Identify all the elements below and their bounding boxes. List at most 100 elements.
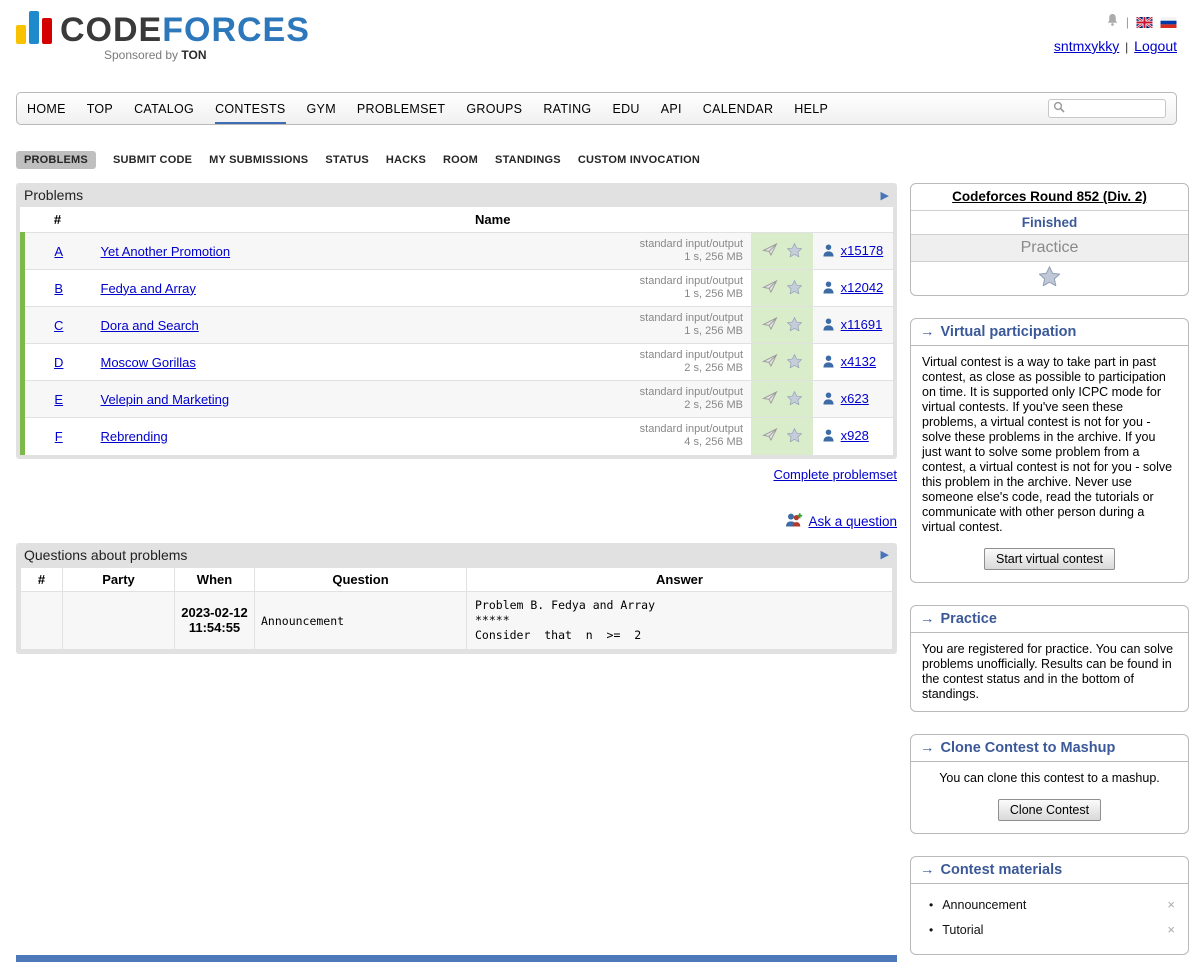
ask-question-link[interactable]: Ask a question (808, 514, 897, 529)
complete-problemset-link[interactable]: Complete problemset (773, 467, 897, 482)
subnav-standings[interactable]: STANDINGS (495, 154, 561, 166)
nav-contests[interactable]: CONTESTS (215, 93, 285, 124)
favorite-star-icon[interactable] (787, 280, 802, 297)
table-row: E Velepin and Marketing standard input/o… (23, 381, 894, 418)
problem-name-link[interactable]: Rebrending (101, 429, 168, 444)
logo[interactable]: CODEFORCES Sponsored by TON (16, 10, 310, 62)
nav-api[interactable]: API (661, 93, 682, 124)
search-icon (1053, 100, 1065, 118)
questions-table: Questions about problems ▶ # Party When … (16, 543, 897, 654)
problem-index-link[interactable]: D (54, 355, 63, 370)
submit-plane-icon[interactable] (762, 317, 778, 333)
nav-rating[interactable]: RATING (543, 93, 591, 124)
caption-arrow-icon: → (920, 740, 935, 756)
logo-code: CODE (60, 11, 162, 49)
subnav-custom-invocation[interactable]: CUSTOM INVOCATION (578, 154, 700, 166)
col-name-header: Name (93, 207, 894, 233)
solvers-person-icon (823, 282, 834, 297)
submit-plane-icon[interactable] (762, 428, 778, 444)
subnav-room[interactable]: ROOM (443, 154, 478, 166)
questions-header-row: # Party When Question Answer (21, 567, 893, 591)
sponsored-by: Sponsored by TON (104, 48, 310, 62)
practice-title: Practice (941, 611, 997, 627)
problem-constraints: standard input/output2 s, 256 MB (640, 386, 743, 412)
clone-contest-box: → Clone Contest to Mashup You can clone … (910, 734, 1189, 834)
search-box (1048, 99, 1166, 118)
problem-index-link[interactable]: B (54, 281, 63, 296)
solved-count-link[interactable]: x11691 (841, 317, 883, 332)
question-party-cell (63, 591, 175, 649)
english-flag-icon[interactable] (1136, 17, 1153, 28)
subnav-my-submissions[interactable]: MY SUBMISSIONS (209, 154, 308, 166)
problem-index-link[interactable]: E (54, 392, 63, 407)
table-row: C Dora and Search standard input/output1… (23, 307, 894, 344)
start-virtual-contest-button[interactable]: Start virtual contest (984, 548, 1115, 570)
subnav-submit-code[interactable]: SUBMIT CODE (113, 154, 192, 166)
tutorial-link[interactable]: Tutorial (942, 923, 983, 937)
problem-name-link[interactable]: Yet Another Promotion (101, 244, 231, 259)
problem-name-link[interactable]: Velepin and Marketing (101, 392, 230, 407)
subnav-status[interactable]: STATUS (325, 154, 369, 166)
submit-plane-icon[interactable] (762, 391, 778, 407)
page: CODEFORCES Sponsored by TON | (0, 0, 1193, 977)
materials-title: Contest materials (941, 862, 1063, 878)
caption-arrow-icon: → (920, 324, 935, 340)
problems-header-row: # Name (23, 207, 894, 233)
subnav-hacks[interactable]: HACKS (386, 154, 426, 166)
contest-title-link[interactable]: Codeforces Round 852 (Div. 2) (952, 189, 1147, 204)
nav-help[interactable]: HELP (794, 93, 828, 124)
question-answer-cell: Problem B. Fedya and Array ***** Conside… (467, 591, 893, 649)
problem-name-link[interactable]: Fedya and Array (101, 281, 196, 296)
favorite-star-icon[interactable] (787, 354, 802, 371)
search-input[interactable] (1068, 102, 1158, 116)
question-row: 2023-02-12 11:54:55 Announcement Problem… (21, 591, 893, 649)
close-icon[interactable]: × (1164, 922, 1178, 937)
caption-arrow-icon: → (920, 611, 935, 627)
problem-constraints: standard input/output1 s, 256 MB (640, 275, 743, 301)
favorite-star-icon[interactable] (787, 317, 802, 334)
solved-count-link[interactable]: x12042 (841, 280, 884, 295)
contest-mode: Practice (911, 235, 1188, 262)
close-icon[interactable]: × (1164, 897, 1178, 912)
expand-arrow-icon[interactable]: ▶ (881, 189, 889, 202)
contest-subnav: PROBLEMS SUBMIT CODE MY SUBMISSIONS STAT… (16, 151, 1177, 169)
solved-count-link[interactable]: x4132 (841, 354, 876, 369)
nav-gym[interactable]: GYM (307, 93, 336, 124)
russian-flag-icon[interactable] (1160, 17, 1177, 28)
submit-plane-icon[interactable] (762, 243, 778, 259)
problem-name-link[interactable]: Dora and Search (101, 318, 199, 333)
problem-index-link[interactable]: A (54, 244, 63, 259)
col-index-header: # (23, 207, 93, 233)
announcement-link[interactable]: Announcement (942, 898, 1026, 912)
subnav-problems[interactable]: PROBLEMS (16, 151, 96, 169)
solved-count-link[interactable]: x928 (841, 428, 869, 443)
favorite-star-icon[interactable] (787, 243, 802, 260)
contest-materials-box: → Contest materials •Announcement × •Tut… (910, 856, 1189, 955)
clone-contest-button[interactable]: Clone Contest (998, 799, 1101, 821)
nav-problemset[interactable]: PROBLEMSET (357, 93, 445, 124)
caption-arrow-icon: → (920, 862, 935, 878)
solved-count-link[interactable]: x623 (841, 391, 869, 406)
nav-edu[interactable]: EDU (612, 93, 639, 124)
submit-plane-icon[interactable] (762, 354, 778, 370)
nav-top[interactable]: TOP (87, 93, 113, 124)
problem-constraints: standard input/output2 s, 256 MB (640, 349, 743, 375)
nav-catalog[interactable]: CATALOG (134, 93, 194, 124)
nav-calendar[interactable]: CALENDAR (703, 93, 773, 124)
problem-name-link[interactable]: Moscow Gorillas (101, 355, 196, 370)
logout-link[interactable]: Logout (1134, 38, 1177, 54)
solvers-person-icon (823, 356, 834, 371)
username-link[interactable]: sntmxykky (1054, 38, 1119, 54)
nav-home[interactable]: HOME (27, 93, 66, 124)
submit-plane-icon[interactable] (762, 280, 778, 296)
solved-count-link[interactable]: x15178 (841, 243, 884, 258)
favorite-star-icon[interactable] (787, 391, 802, 408)
bell-icon[interactable] (1106, 13, 1119, 32)
nav-groups[interactable]: GROUPS (466, 93, 522, 124)
problem-index-link[interactable]: C (54, 318, 63, 333)
expand-arrow-icon[interactable]: ▶ (881, 548, 889, 561)
problem-index-link[interactable]: F (55, 429, 63, 444)
favorite-star-icon[interactable] (787, 428, 802, 445)
favorite-contest-star-icon[interactable] (1039, 273, 1060, 290)
table-row: F Rebrending standard input/output4 s, 2… (23, 418, 894, 455)
